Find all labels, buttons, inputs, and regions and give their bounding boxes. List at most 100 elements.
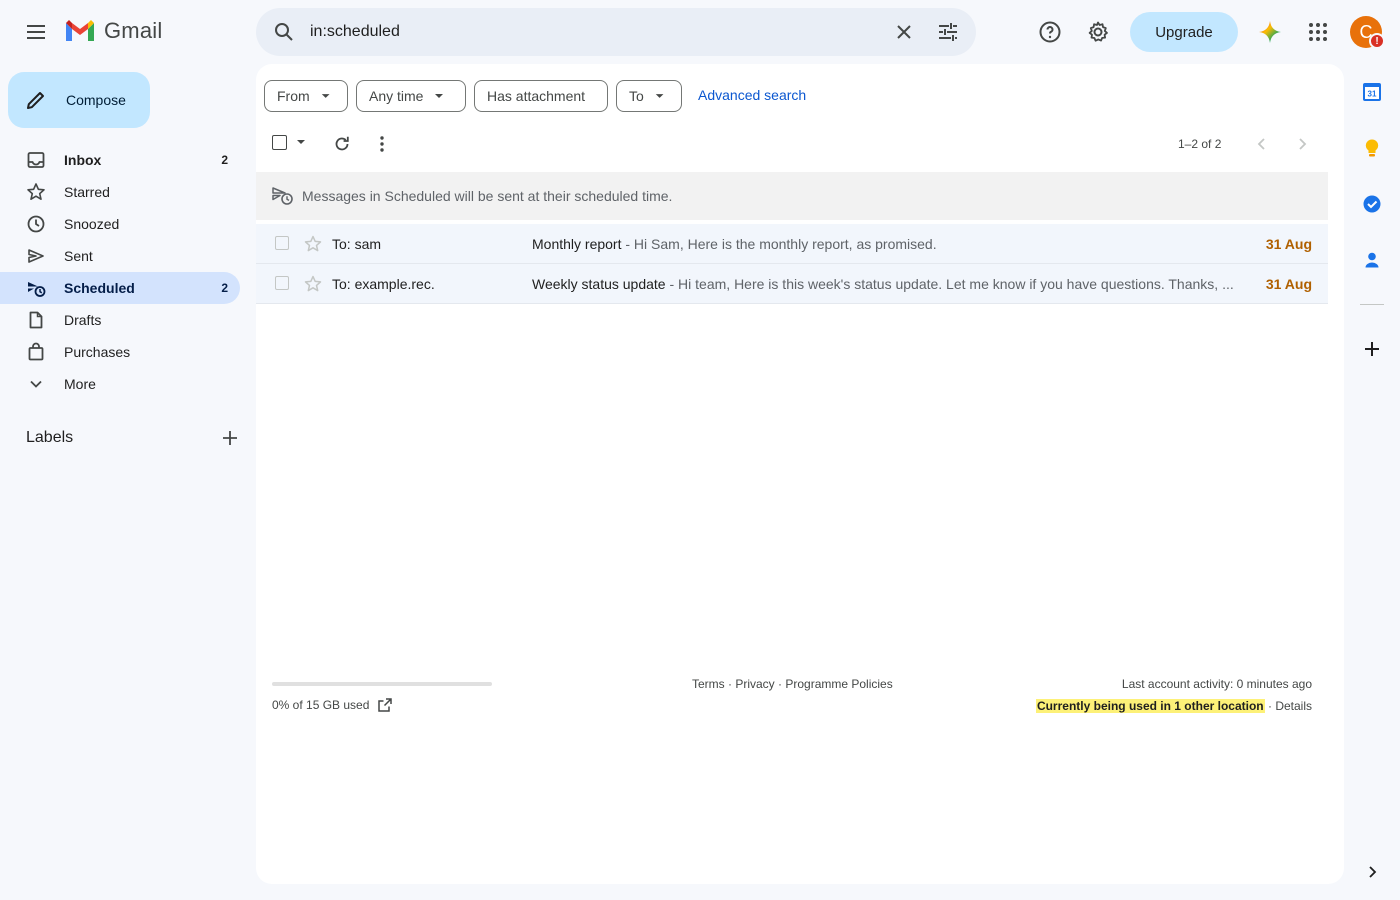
main-panel: From Any time Has attachment To Advanced…	[256, 64, 1344, 884]
support-button[interactable]	[1030, 12, 1070, 52]
star-icon[interactable]	[303, 234, 323, 254]
get-addons-button[interactable]	[1358, 335, 1386, 363]
row-checkbox[interactable]	[275, 276, 289, 290]
sidebar-item-more[interactable]: More	[0, 368, 240, 400]
sidebar-item-scheduled[interactable]: Scheduled 2	[0, 272, 240, 304]
search-options-button[interactable]	[928, 12, 968, 52]
refresh-button[interactable]	[322, 124, 362, 164]
message-recipient: To: sam	[332, 236, 382, 252]
storage-usage: 0% of 15 GB used	[272, 697, 393, 713]
scheduled-count: 2	[221, 281, 228, 295]
account-alert-badge: !	[1369, 33, 1385, 49]
activity-location-line: Currently being used in 1 other location…	[1035, 699, 1312, 713]
dropdown-arrow-icon	[435, 94, 444, 98]
to-filter-chip[interactable]: To	[616, 80, 682, 112]
last-activity-text: Last account activity: 0 minutes ago	[1121, 677, 1312, 691]
clock-icon	[26, 214, 46, 234]
sidebar-item-label: Snoozed	[64, 216, 120, 232]
tasks-app-button[interactable]	[1358, 190, 1386, 218]
storage-usage-text: 0% of 15 GB used	[272, 698, 370, 712]
contacts-app-button[interactable]	[1358, 246, 1386, 274]
search-input[interactable]	[310, 20, 870, 44]
account-activity: Last account activity: 0 minutes ago Cur…	[1035, 677, 1312, 713]
chip-label: Any time	[369, 88, 424, 104]
from-filter-chip[interactable]: From	[264, 80, 348, 112]
plus-icon	[223, 431, 237, 445]
pencil-icon	[27, 92, 44, 109]
separator: ·	[724, 677, 736, 691]
privacy-link[interactable]: Privacy	[735, 677, 774, 691]
refresh-icon	[335, 136, 349, 151]
sidebar-item-inbox[interactable]: Inbox 2	[0, 144, 240, 176]
footer-links: Terms · Privacy · Programme Policies	[692, 677, 893, 691]
calendar-icon: 31	[1363, 83, 1381, 101]
star-icon[interactable]	[303, 274, 323, 294]
calendar-app-button[interactable]: 31	[1358, 78, 1386, 106]
dropdown-arrow-icon	[321, 94, 330, 98]
clear-search-button[interactable]	[884, 12, 924, 52]
compose-label: Compose	[66, 92, 126, 108]
activity-details-link[interactable]: Details	[1275, 699, 1312, 713]
sidebar-item-starred[interactable]: Starred	[0, 176, 240, 208]
any-time-filter-chip[interactable]: Any time	[356, 80, 466, 112]
banner-text: Messages in Scheduled will be sent at th…	[302, 188, 673, 204]
sidebar-item-label: More	[64, 376, 96, 392]
message-row[interactable]: To: sam Monthly report - Hi Sam, Here is…	[256, 224, 1328, 264]
manage-storage-link[interactable]	[377, 697, 393, 713]
chevron-left-icon	[1257, 138, 1265, 150]
draft-icon	[26, 310, 46, 330]
message-subject: Monthly report	[532, 236, 622, 252]
programme-policies-link[interactable]: Programme Policies	[785, 677, 892, 691]
message-date: 31 Aug	[1265, 276, 1312, 292]
gemini-button[interactable]	[1250, 12, 1290, 52]
message-subject: Weekly status update	[532, 276, 666, 292]
sidebar-item-label: Scheduled	[64, 280, 135, 296]
terms-link[interactable]: Terms	[692, 677, 725, 691]
sidebar-item-label: Sent	[64, 248, 93, 264]
sidebar-item-snoozed[interactable]: Snoozed	[0, 208, 240, 240]
open-in-new-icon	[378, 698, 393, 712]
labels-header: Labels	[26, 426, 240, 450]
upgrade-button[interactable]: Upgrade	[1130, 12, 1238, 52]
storage-usage-bar	[272, 682, 492, 686]
show-side-panel-button[interactable]	[1352, 852, 1392, 892]
message-subject-line: Weekly status update - Hi team, Here is …	[532, 276, 1242, 292]
gemini-sparkle-icon	[1259, 21, 1281, 43]
sidebar-item-sent[interactable]: Sent	[0, 240, 240, 272]
main-menu-button[interactable]	[16, 12, 56, 52]
sidebar-item-drafts[interactable]: Drafts	[0, 304, 240, 336]
create-label-button[interactable]	[220, 428, 240, 448]
search-button[interactable]	[264, 12, 304, 52]
older-page-button[interactable]	[1282, 124, 1322, 164]
google-apps-button[interactable]	[1298, 12, 1338, 52]
compose-button[interactable]: Compose	[8, 72, 150, 128]
sidebar-item-purchases[interactable]: Purchases	[0, 336, 240, 368]
labels-title: Labels	[26, 429, 74, 446]
search-bar	[256, 8, 976, 56]
more-vert-icon	[380, 136, 384, 152]
sidebar-item-label: Drafts	[64, 312, 102, 328]
settings-button[interactable]	[1078, 12, 1118, 52]
newer-page-button[interactable]	[1242, 124, 1282, 164]
keep-app-button[interactable]	[1358, 134, 1386, 162]
advanced-search-link[interactable]: Advanced search	[698, 87, 806, 103]
select-all-checkbox[interactable]	[272, 134, 309, 150]
dropdown-arrow-icon	[655, 94, 664, 98]
gmail-logo[interactable]: Gmail	[64, 18, 162, 44]
tune-icon	[939, 23, 957, 41]
close-icon	[897, 25, 911, 39]
star-icon	[26, 182, 46, 202]
message-row[interactable]: To: example.rec. Weekly status update - …	[256, 264, 1328, 304]
contacts-icon	[1365, 252, 1379, 268]
pagination-range: 1–2 of 2	[1178, 137, 1222, 151]
chip-label: Has attachment	[487, 88, 586, 104]
plus-icon	[1365, 342, 1379, 356]
has-attachment-filter-chip[interactable]: Has attachment	[474, 80, 608, 112]
sidebar-item-label: Purchases	[64, 344, 131, 360]
message-date: 31 Aug	[1265, 236, 1312, 252]
message-snippet: - Hi team, Here is this week's status up…	[665, 276, 1234, 292]
send-icon	[26, 246, 46, 266]
more-actions-button[interactable]	[362, 124, 402, 164]
row-checkbox[interactable]	[275, 236, 289, 250]
side-panel: 31	[1344, 64, 1400, 900]
